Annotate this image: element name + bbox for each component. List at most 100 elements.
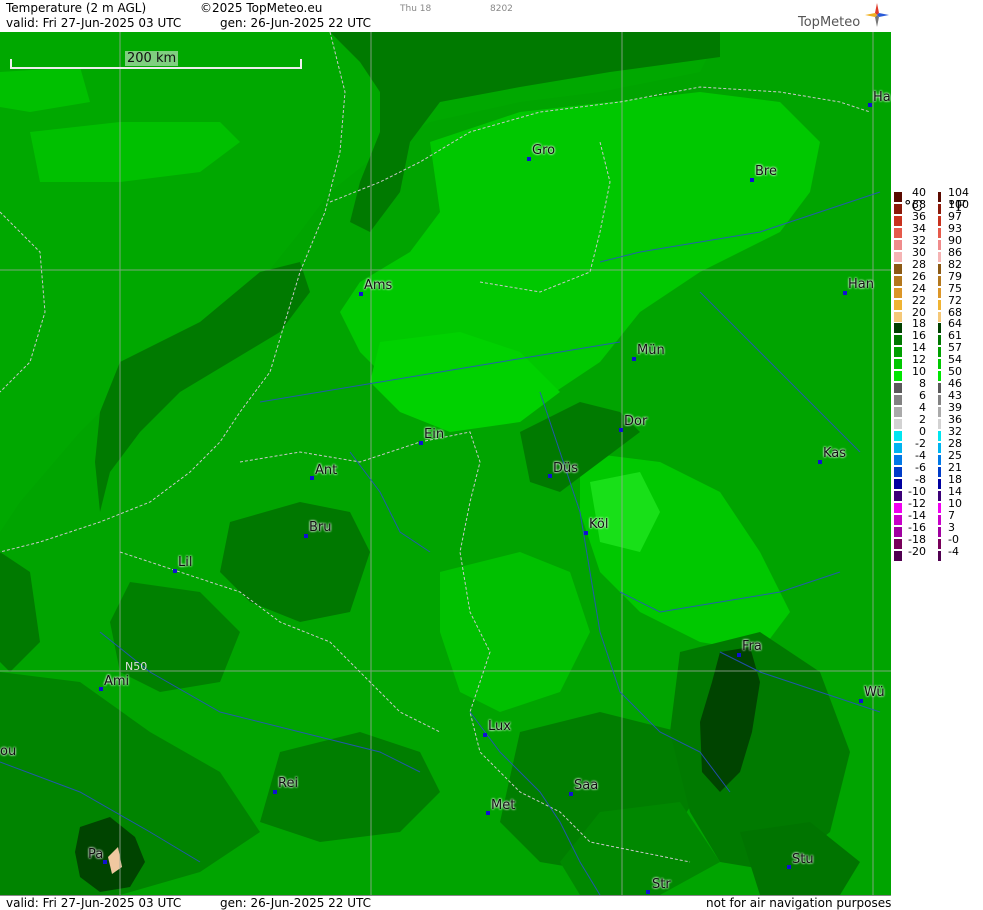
legend-swatch-celsius: [894, 239, 902, 250]
legend-value-celsius: -12: [908, 496, 926, 510]
city-label[interactable]: Rei: [278, 776, 298, 791]
city-label[interactable]: Ein: [424, 427, 444, 442]
map-canvas: [0, 32, 891, 895]
legend-value-celsius: 12: [912, 353, 926, 367]
generated-time: gen: 26-Jun-2025 22 UTC: [220, 16, 372, 30]
legend-value-fahrenheit: 43: [948, 389, 962, 403]
legend-value-fahrenheit: 100: [948, 197, 969, 211]
city-label[interactable]: Kas: [823, 446, 846, 461]
city-label[interactable]: Ha: [873, 90, 891, 105]
legend-swatch-celsius: [894, 454, 902, 465]
legend-swatch-celsius: [894, 215, 902, 226]
legend-swatch-celsius: [894, 407, 902, 418]
legend-swatch-fahrenheit: [938, 466, 941, 477]
legend-value-celsius: -20: [908, 544, 926, 558]
city-label[interactable]: Wü: [864, 685, 885, 700]
legend-swatch-celsius: [894, 383, 902, 394]
map-title: Temperature (2 m AGL): [6, 1, 147, 15]
city-label[interactable]: Mün: [637, 343, 665, 358]
valid-time: valid: Fri 27-Jun-2025 03 UTC: [6, 16, 182, 30]
legend-value-fahrenheit: -4: [948, 544, 959, 558]
city-label[interactable]: Dor: [624, 414, 647, 429]
city-marker: [787, 865, 791, 869]
legend-value-fahrenheit: 86: [948, 245, 962, 259]
city-marker: [737, 653, 741, 657]
legend-swatch-fahrenheit: [938, 311, 941, 322]
legend-swatch-celsius: [894, 502, 902, 513]
legend-value-fahrenheit: 64: [948, 317, 962, 331]
legend-value-celsius: -14: [908, 508, 926, 522]
legend-swatch-celsius: [894, 395, 902, 406]
legend-swatch-fahrenheit: [938, 299, 941, 310]
legend-swatch-fahrenheit: [938, 251, 941, 262]
city-marker: [359, 292, 363, 296]
legend-value-celsius: -6: [915, 460, 926, 474]
legend-value-celsius: -2: [915, 436, 926, 450]
city-label[interactable]: Met: [491, 798, 515, 813]
legend-swatch-celsius: [894, 371, 902, 382]
city-label[interactable]: Ami: [104, 674, 129, 689]
city-label[interactable]: ou: [0, 744, 16, 759]
city-marker: [304, 534, 308, 538]
city-marker: [173, 569, 177, 573]
city-label[interactable]: Lil: [178, 555, 192, 570]
legend-value-celsius: 22: [912, 293, 926, 307]
city-marker: [619, 428, 623, 432]
header-bar: Temperature (2 m AGL) ©2025 TopMeteo.eu …: [0, 0, 891, 33]
city-label[interactable]: Ams: [364, 278, 392, 293]
legend-value-fahrenheit: 79: [948, 269, 962, 283]
city-label[interactable]: Düs: [553, 461, 578, 476]
legend-swatch-celsius: [894, 287, 902, 298]
legend-swatch-celsius: [894, 419, 902, 430]
legend-swatch-celsius: [894, 478, 902, 489]
legend-swatch-fahrenheit: [938, 419, 941, 430]
city-label[interactable]: Lux: [488, 719, 511, 734]
legend-swatch-celsius: [894, 490, 902, 501]
legend-swatch-celsius: [894, 431, 902, 441]
legend-value-celsius: 16: [912, 329, 926, 343]
city-label[interactable]: Bru: [309, 520, 332, 535]
city-label[interactable]: Fra: [742, 639, 762, 654]
city-label[interactable]: Stu: [792, 852, 814, 867]
legend-value-fahrenheit: 75: [948, 281, 962, 295]
city-label[interactable]: Saa: [574, 778, 598, 793]
temperature-map[interactable]: 200 km N50 Ha Gro Bre Ams Han Mün Dor Ei…: [0, 32, 891, 895]
footer-valid-time: valid: Fri 27-Jun-2025 03 UTC: [6, 896, 182, 910]
legend-swatch-celsius: [894, 526, 902, 537]
legend-swatch-fahrenheit: [938, 502, 941, 513]
legend-value-fahrenheit: 32: [948, 425, 962, 438]
legend-value-fahrenheit: 61: [948, 329, 962, 343]
legend-value-fahrenheit: 97: [948, 209, 962, 223]
legend-value-fahrenheit: 72: [948, 293, 962, 307]
legend-value-fahrenheit: 36: [948, 413, 962, 427]
legend-value-celsius: 4: [919, 401, 926, 415]
city-label[interactable]: Köl: [589, 517, 608, 532]
legend-value-celsius: 18: [912, 317, 926, 331]
copyright: ©2025 TopMeteo.eu: [200, 1, 323, 15]
legend-value-fahrenheit: 39: [948, 401, 962, 415]
legend-swatch-fahrenheit: [938, 263, 941, 274]
legend-swatch-fahrenheit: [938, 335, 941, 346]
aux-label-code: 8202: [490, 4, 513, 14]
city-label[interactable]: Ant: [315, 463, 337, 478]
city-label[interactable]: Pa: [88, 847, 103, 862]
city-label[interactable]: Gro: [532, 143, 555, 158]
city-marker: [868, 103, 872, 107]
legend-value-fahrenheit: 46: [948, 377, 962, 391]
city-label[interactable]: Bre: [755, 164, 777, 179]
legend-swatch-celsius: [894, 192, 902, 202]
legend-swatch-fahrenheit: [938, 538, 941, 549]
city-label[interactable]: Han: [848, 277, 874, 292]
legend-value-celsius: -4: [915, 448, 926, 462]
legend-value-celsius: 30: [912, 245, 926, 259]
legend-swatch-celsius: [894, 203, 902, 214]
legend-value-celsius: 28: [912, 257, 926, 271]
legend-swatch-celsius: [894, 550, 902, 561]
legend-value-celsius: -8: [915, 472, 926, 486]
legend-swatch-celsius: [894, 227, 902, 238]
city-label[interactable]: Str: [652, 877, 671, 892]
legend-swatch-fahrenheit: [938, 287, 941, 298]
legend-value-fahrenheit: 25: [948, 448, 962, 462]
aux-label-day: Thu 18: [400, 4, 432, 14]
legend-swatch-fahrenheit: [938, 454, 941, 465]
